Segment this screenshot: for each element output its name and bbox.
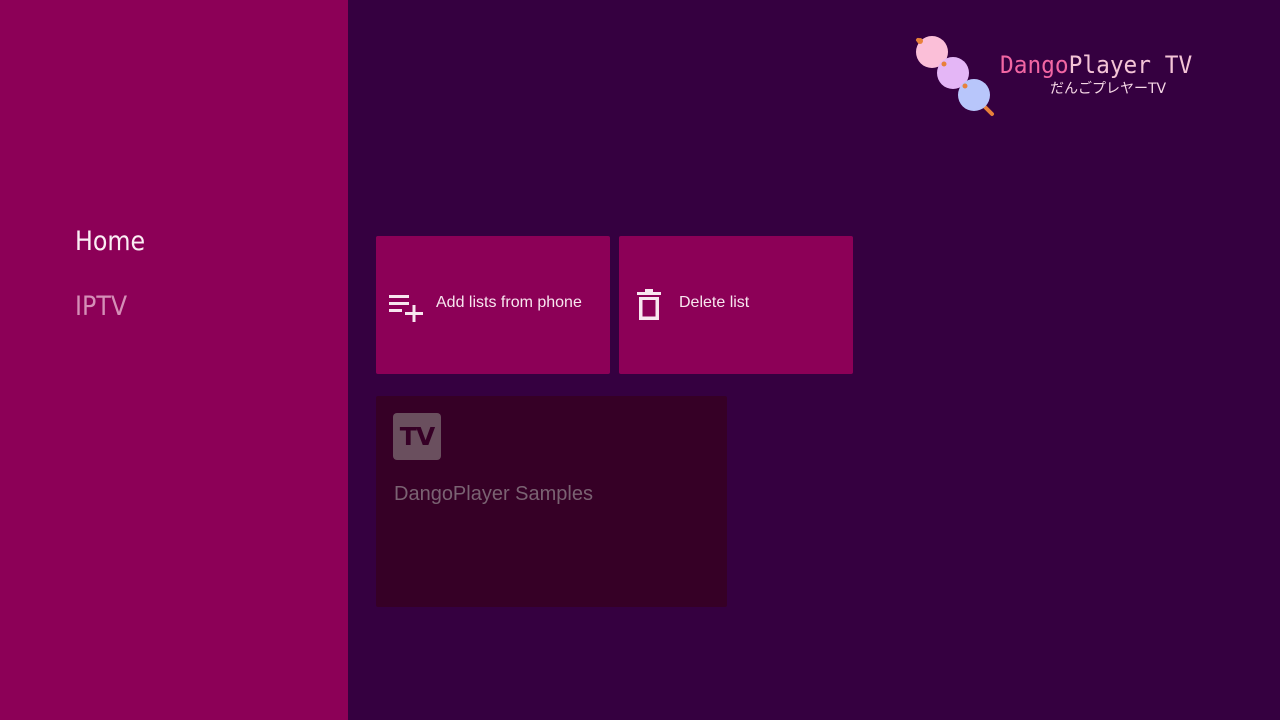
- logo-title-rest: Player TV: [1068, 51, 1193, 79]
- delete-list-button[interactable]: Delete list: [619, 236, 853, 374]
- sidebar-item-iptv[interactable]: IPTV: [75, 289, 127, 325]
- playlist-card[interactable]: TV DangoPlayer Samples: [376, 396, 727, 607]
- tv-badge-icon: TV: [393, 413, 441, 460]
- app-logo: DangoPlayer TV だんごプレヤーTV: [910, 30, 1220, 125]
- logo-subtitle: だんごプレヤーTV: [1050, 81, 1167, 97]
- sidebar-item-home[interactable]: Home: [75, 224, 145, 260]
- tv-badge-text: TV: [399, 422, 435, 451]
- add-lists-from-phone-button[interactable]: Add lists from phone: [376, 236, 610, 374]
- logo-title: DangoPlayer TV: [1000, 50, 1192, 80]
- dango-skewer-icon: [916, 36, 994, 116]
- trash-icon: [637, 289, 661, 320]
- delete-list-label: Delete list: [679, 294, 750, 311]
- add-lists-label: Add lists from phone: [436, 294, 582, 311]
- playlist-card-title: DangoPlayer Samples: [394, 483, 593, 505]
- sidebar: Home IPTV: [0, 0, 348, 720]
- playlist-add-icon: [389, 295, 423, 322]
- app-screen: Home IPTV DangoPlayer TV だんごプレヤーTV Add l…: [0, 0, 1280, 720]
- logo-title-accent: Dango: [1000, 51, 1069, 79]
